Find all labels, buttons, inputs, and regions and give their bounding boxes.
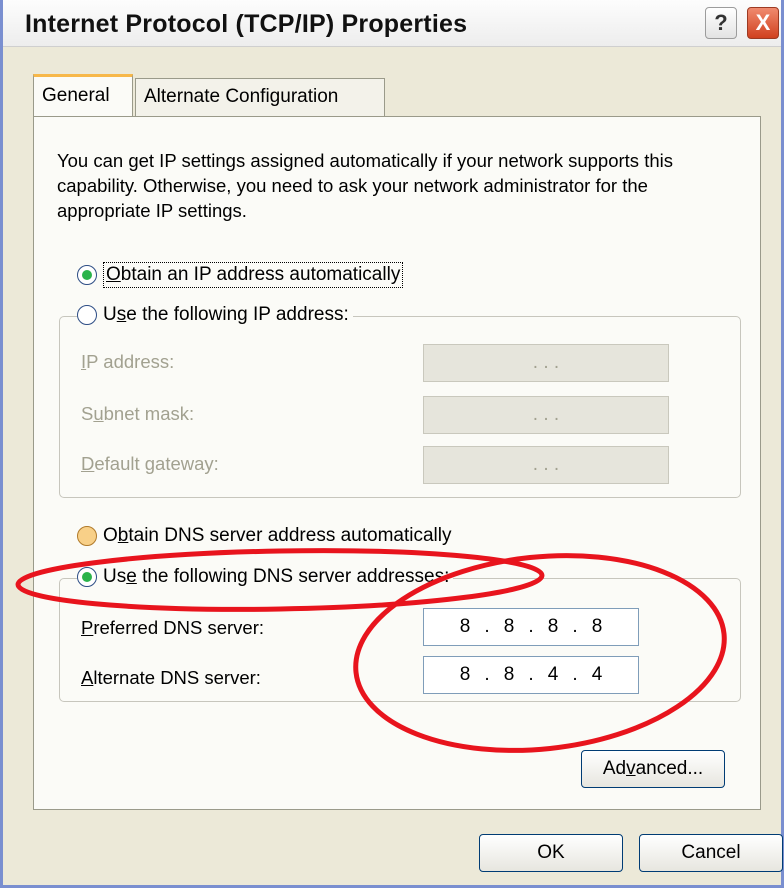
subnet-mask-input[interactable]: . . . xyxy=(423,396,669,434)
octet: 8 xyxy=(591,616,603,637)
subnet-mask-label: Subnet mask: xyxy=(81,403,195,424)
default-gateway-input[interactable]: . . . xyxy=(423,446,669,484)
question-mark-icon: ? xyxy=(714,10,728,35)
cancel-button[interactable]: Cancel xyxy=(639,834,783,872)
obtain-ip-auto-radio[interactable]: Obtain an IP address automatically xyxy=(77,262,407,288)
obtain-dns-auto-radio[interactable]: Obtain DNS server address automatically xyxy=(77,523,456,549)
use-following-ip-label: Use the following IP address: xyxy=(103,304,349,325)
radio-checked-icon xyxy=(77,567,97,587)
obtain-dns-auto-label: Obtain DNS server address automatically xyxy=(103,525,452,546)
octet: 8 xyxy=(459,616,471,637)
title-bar[interactable]: Internet Protocol (TCP/IP) Properties ? … xyxy=(3,0,781,47)
octet: 8 xyxy=(503,664,515,685)
tab-alternate-configuration[interactable]: Alternate Configuration xyxy=(135,78,385,116)
ip-address-input[interactable]: . . . xyxy=(423,344,669,382)
alternate-dns-label: Alternate DNS server: xyxy=(81,667,261,688)
radio-unchecked-icon xyxy=(77,305,97,325)
tab-general[interactable]: General xyxy=(33,74,133,116)
close-button[interactable]: X xyxy=(747,7,779,39)
ok-button[interactable]: OK xyxy=(479,834,623,872)
dialog-window: Internet Protocol (TCP/IP) Properties ? … xyxy=(0,0,784,888)
octet: 8 xyxy=(547,616,559,637)
octet: 8 xyxy=(459,664,471,685)
preferred-dns-label: Preferred DNS server: xyxy=(81,617,264,638)
close-icon: X xyxy=(755,10,771,35)
alternate-dns-input[interactable]: 8.8.4.4 xyxy=(423,656,639,694)
ip-address-label: IP address: xyxy=(81,351,175,372)
octet: 4 xyxy=(547,664,559,685)
default-gateway-label: Default gateway: xyxy=(81,453,219,474)
use-following-ip-radio[interactable]: Use the following IP address: xyxy=(77,302,353,328)
preferred-dns-input[interactable]: 8.8.8.8 xyxy=(423,608,639,646)
use-following-dns-label: Use the following DNS server addresses: xyxy=(103,566,450,587)
octet: 4 xyxy=(591,664,603,685)
radio-checked-icon xyxy=(77,265,97,285)
obtain-ip-auto-label: Obtain an IP address automatically xyxy=(103,262,404,288)
octet: 8 xyxy=(503,616,515,637)
intro-text: You can get IP settings assigned automat… xyxy=(57,150,673,221)
advanced-button[interactable]: Advanced... xyxy=(581,750,725,788)
window-title: Internet Protocol (TCP/IP) Properties xyxy=(25,10,468,38)
use-following-dns-radio[interactable]: Use the following DNS server addresses: xyxy=(77,564,454,590)
help-button[interactable]: ? xyxy=(705,7,737,39)
radio-unchecked-icon xyxy=(77,526,97,546)
